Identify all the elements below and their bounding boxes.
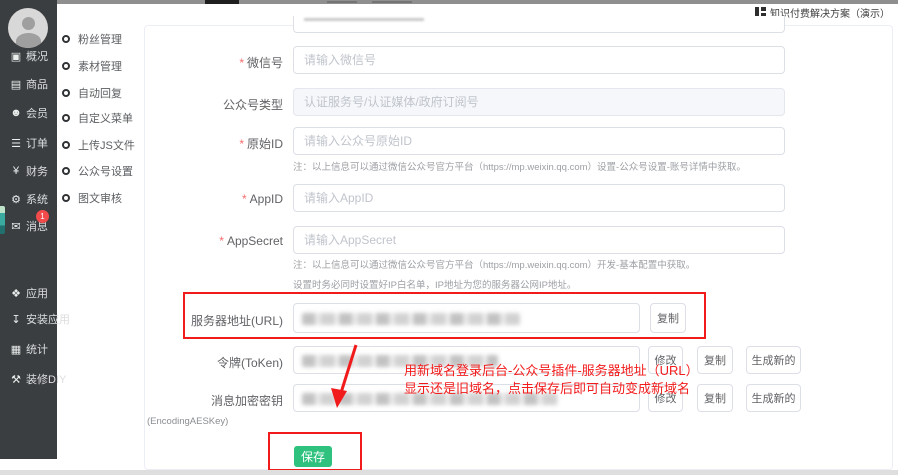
circle-bullet-icon [62,89,70,97]
sidebar-item-11[interactable]: ⚒装修DIY [0,370,57,388]
main-sidebar: ▣概况 ▤商品 ☻会员 ☰订单 ¥财务 ⚙系统 ✉消息1 ❖应用 ↧安装应用 ▦统计 ⚒装修DIY [0,0,57,459]
annotation-text: 用新域名登录后台-公众号插件-服务器地址（URL） 显示还是旧域名，点击保存后即… [404,362,699,398]
required-star: * [242,192,247,206]
clipped-input-remnant [293,16,785,33]
annotation-line1: 用新域名登录后台-公众号插件-服务器地址（URL） [404,362,699,380]
ip-whitelist-note: 设置时务必同时设置好IP白名单，IP地址为您的服务器公网IP地址。 [293,277,576,291]
sidebar-item-3[interactable]: ☻会员 [0,104,57,122]
sidebar-item-1[interactable]: ▣概况 [0,47,57,65]
decorate-diy-icon: ⚒ [9,373,23,386]
sidebar-item-label: 应用 [26,285,48,301]
sidebar-item-label: 会员 [26,105,48,121]
appsecret-note: 注：以上信息可以通过微信公众号官方平台（https://mp.weixin.qq… [293,257,695,271]
account-type-label: 公众号类型 [103,96,283,113]
avatar-person-icon [22,17,35,30]
orders-icon: ☰ [9,137,23,150]
aes-key-sublabel: (EncodingAESKey) [147,416,228,427]
original-id-label: *原始ID [103,135,283,152]
annotation-line2: 显示还是旧域名，点击保存后即可自动变成新域名 [404,380,699,398]
appsecret-label: *AppSecret [103,234,283,248]
sidebar-item-10[interactable]: ▦统计 [0,340,57,358]
messages-icon: ✉ [9,220,23,233]
circle-bullet-icon [62,167,70,175]
overview-icon: ▣ [9,50,23,63]
members-icon: ☻ [9,107,23,119]
sidebar-item-8[interactable]: ❖应用 [0,284,57,302]
sidebar-item-label: 安装应用 [26,311,70,327]
submenu-item-1[interactable]: 粉丝管理 [62,31,122,47]
clipped-placeholder-smudge [304,18,424,21]
avatar[interactable] [8,8,48,48]
token-copy-button[interactable]: 复制 [697,346,733,374]
sidebar-item-label: 商品 [26,76,48,92]
required-star: * [239,137,244,151]
submenu-item-label: 粉丝管理 [78,31,122,47]
sidebar-item-2[interactable]: ▤商品 [0,75,57,93]
wechat-id-label: *微信号 [103,54,283,71]
annotation-rect-save [268,432,362,471]
original-id-note: 注：以上信息可以通过微信公众号官方平台（https://mp.weixin.qq… [293,159,746,173]
account-type-input [293,88,785,116]
sidebar-item-4[interactable]: ☰订单 [0,134,57,152]
sidebar-item-label: 概况 [26,48,48,64]
sidebar-item-label: 订单 [26,135,48,151]
install-apps-icon: ↧ [9,313,23,326]
system-icon: ⚙ [9,193,23,206]
aes-generate-button[interactable]: 生成新的 [746,384,801,412]
aes-key-label: 消息加密密钥 [103,392,283,409]
required-star: * [239,56,244,70]
submenu-item-6[interactable]: 公众号设置 [62,163,133,179]
wechat-id-input[interactable] [293,46,785,74]
sidebar-item-label: 系统 [26,191,48,207]
sidebar-item-6[interactable]: ⚙系统 [0,190,57,208]
token-generate-button[interactable]: 生成新的 [746,346,801,374]
sidebar-item-label: 装修DIY [26,371,66,387]
goods-icon: ▤ [9,78,23,91]
clipped-text-smudge [327,1,357,3]
apps-icon: ❖ [9,287,23,300]
circle-bullet-icon [62,141,70,149]
required-star: * [219,234,224,248]
brand-label: 知识付费解决方案（演示） [770,5,890,20]
aes-copy-button[interactable]: 复制 [697,384,733,412]
avatar-person-icon [16,33,41,48]
stats-icon: ▦ [9,343,23,356]
submenu-item-label: 公众号设置 [78,163,133,179]
appid-label: *AppID [103,192,283,206]
clipped-text-smudge [372,1,412,3]
circle-bullet-icon [62,35,70,43]
clipped-top-strip [57,0,898,4]
appid-input[interactable] [293,184,785,212]
circle-bullet-icon [62,194,70,202]
side-widget-handle[interactable] [0,206,5,234]
circle-bullet-icon [62,114,70,122]
annotation-rect-url [183,292,706,339]
sidebar-item-5[interactable]: ¥财务 [0,162,57,180]
clipped-dark-block [205,0,239,4]
page-root: ▣概况▤商品☻会员☰订单¥财务⚙系统✉消息1❖应用↧安装应用▦统计⚒装修DIY … [0,0,898,475]
circle-bullet-icon [62,62,70,70]
sidebar-item-label: 统计 [26,341,48,357]
original-id-input[interactable] [293,127,785,155]
unread-badge: 1 [36,210,49,223]
bottom-edge-strip [0,470,898,475]
sidebar-item-7[interactable]: ✉消息1 [0,217,57,235]
finance-icon: ¥ [9,165,23,177]
sidebar-item-9[interactable]: ↧安装应用 [0,310,57,328]
sidebar-item-label: 财务 [26,163,48,179]
token-label: 令牌(ToKen) [103,354,283,371]
appsecret-input[interactable] [293,226,785,254]
